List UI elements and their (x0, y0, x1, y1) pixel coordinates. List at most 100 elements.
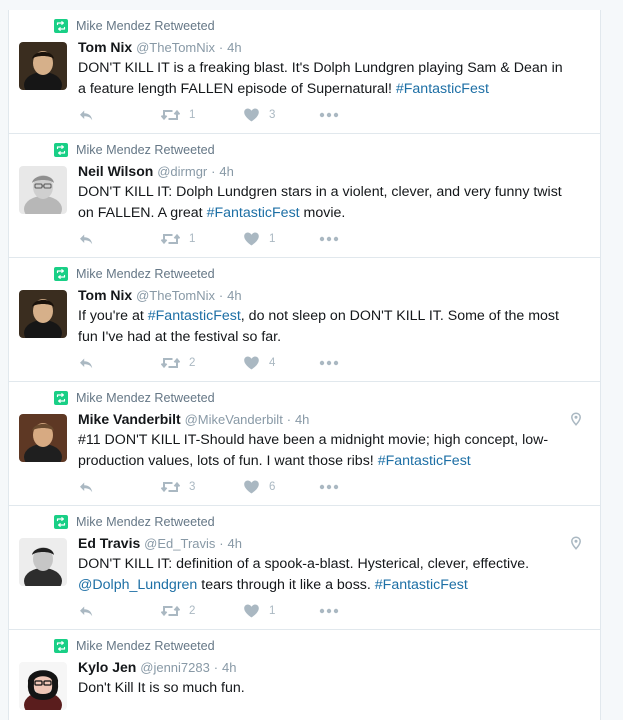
tweet-text: DON'T KILL IT is a freaking blast. It's … (78, 58, 568, 100)
retweet-context: Mike Mendez Retweeted (54, 514, 215, 530)
hashtag-link[interactable]: #FantasticFest (207, 205, 300, 221)
retweeted-by-label[interactable]: Mike Mendez Retweeted (76, 19, 215, 33)
avatar[interactable] (19, 290, 67, 338)
tweet-text: If you're at #FantasticFest, do not slee… (78, 306, 568, 348)
more-options-button[interactable] (319, 602, 339, 620)
retweet-button[interactable]: 2 (161, 354, 223, 372)
user-name[interactable]: Ed Travis (78, 535, 140, 551)
tweet-time[interactable]: 4h (228, 536, 242, 551)
user-name[interactable]: Tom Nix (78, 39, 132, 55)
separator-dot: · (218, 40, 224, 55)
like-button[interactable]: 1 (243, 230, 301, 248)
tweet-time[interactable]: 4h (219, 164, 233, 179)
tweet-text-segment: Don't Kill It is so much fun. (78, 680, 245, 696)
user-handle[interactable]: @Ed_Travis (144, 536, 215, 551)
user-handle[interactable]: @TheTomNix (136, 288, 215, 303)
hashtag-link[interactable]: #FantasticFest (378, 453, 471, 469)
retweet-icon (161, 355, 180, 371)
retweeted-by-label[interactable]: Mike Mendez Retweeted (76, 391, 215, 405)
hashtag-link[interactable]: #FantasticFest (396, 81, 489, 97)
reply-button[interactable] (78, 354, 108, 372)
tweet-text: #11 DON'T KILL IT-Should have been a mid… (78, 430, 568, 472)
like-button[interactable]: 1 (243, 602, 301, 620)
tweet-text-segment: movie. (299, 205, 346, 221)
tweet-text-segment: DON'T KILL IT: definition of a spook-a-b… (78, 556, 530, 572)
avatar[interactable] (19, 166, 67, 214)
tweet-time[interactable]: 4h (222, 660, 236, 675)
tweet-time[interactable]: 4h (227, 40, 241, 55)
reply-button[interactable] (78, 602, 108, 620)
tweet-header: Tom Nix @TheTomNix · 4h (78, 38, 242, 57)
retweet-icon (161, 479, 180, 495)
tweet-time[interactable]: 4h (227, 288, 241, 303)
like-button[interactable]: 3 (243, 106, 301, 124)
more-options-button[interactable] (319, 106, 339, 124)
separator-dot: · (211, 164, 216, 179)
heart-icon (243, 355, 260, 371)
hashtag-link[interactable]: #FantasticFest (148, 308, 241, 324)
tweet-text: Don't Kill It is so much fun. (78, 678, 568, 699)
tweet[interactable]: Mike Mendez Retweeted Kylo Jen @jenni728… (9, 630, 600, 720)
avatar[interactable] (19, 42, 67, 90)
retweet-button[interactable]: 3 (161, 478, 223, 496)
retweet-icon (54, 391, 68, 405)
tweet-text-segment: If you're at (78, 308, 148, 324)
reply-button[interactable] (78, 230, 108, 248)
tweet[interactable]: Mike Mendez Retweeted Tom Nix @TheTomNix… (9, 258, 600, 382)
retweeted-by-label[interactable]: Mike Mendez Retweeted (76, 143, 215, 157)
reply-button[interactable] (78, 478, 108, 496)
hashtag-link[interactable]: #FantasticFest (375, 577, 468, 593)
location-pin-icon[interactable] (570, 412, 582, 426)
like-count: 1 (269, 233, 276, 245)
user-name[interactable]: Neil Wilson (78, 163, 153, 179)
avatar[interactable] (19, 662, 67, 710)
separator-dot: · (218, 288, 224, 303)
tweet-header: Ed Travis @Ed_Travis · 4h (78, 534, 242, 553)
like-count: 4 (269, 357, 276, 369)
reply-icon (78, 355, 94, 371)
tweet-text: DON'T KILL IT: Dolph Lundgren stars in a… (78, 182, 568, 224)
retweet-button[interactable]: 1 (161, 106, 223, 124)
tweet[interactable]: Mike Mendez Retweeted Ed Travis @Ed_Trav… (9, 506, 600, 630)
user-handle[interactable]: @MikeVanderbilt (185, 412, 283, 427)
retweet-icon (161, 231, 180, 247)
user-handle[interactable]: @dirmgr (157, 164, 207, 179)
avatar[interactable] (19, 538, 67, 586)
heart-icon (243, 479, 260, 495)
like-button[interactable]: 4 (243, 354, 301, 372)
retweet-icon (54, 143, 68, 157)
more-options-button[interactable] (319, 478, 339, 496)
retweet-context: Mike Mendez Retweeted (54, 266, 215, 282)
tweet-time[interactable]: 4h (295, 412, 309, 427)
reply-button[interactable] (78, 106, 108, 124)
user-name[interactable]: Tom Nix (78, 287, 132, 303)
tweet-actions: 3 6 (78, 478, 367, 496)
retweet-button[interactable]: 2 (161, 602, 223, 620)
more-icon (319, 484, 339, 490)
tweet-text-segment: #11 DON'T KILL IT-Should have been a mid… (78, 432, 549, 469)
mention-link[interactable]: @Dolph_Lundgren (78, 577, 197, 593)
like-count: 3 (269, 109, 276, 121)
heart-icon (243, 107, 260, 123)
retweet-button[interactable]: 1 (161, 230, 223, 248)
tweet[interactable]: Mike Mendez Retweeted Mike Vanderbilt @M… (9, 382, 600, 506)
more-options-button[interactable] (319, 354, 339, 372)
location-pin-icon[interactable] (570, 536, 582, 550)
tweet[interactable]: Mike Mendez Retweeted Neil Wilson @dirmg… (9, 134, 600, 258)
user-handle[interactable]: @jenni7283 (140, 660, 210, 675)
retweeted-by-label[interactable]: Mike Mendez Retweeted (76, 267, 215, 281)
retweeted-by-label[interactable]: Mike Mendez Retweeted (76, 639, 215, 653)
user-name[interactable]: Kylo Jen (78, 659, 136, 675)
user-name[interactable]: Mike Vanderbilt (78, 411, 181, 427)
retweet-icon (161, 603, 180, 619)
retweet-count: 1 (189, 109, 196, 121)
retweet-count: 3 (189, 481, 196, 493)
avatar[interactable] (19, 414, 67, 462)
like-button[interactable]: 6 (243, 478, 301, 496)
retweeted-by-label[interactable]: Mike Mendez Retweeted (76, 515, 215, 529)
more-options-button[interactable] (319, 230, 339, 248)
user-handle[interactable]: @TheTomNix (136, 40, 215, 55)
tweet[interactable]: Mike Mendez Retweeted Tom Nix @TheTomNix… (9, 10, 600, 134)
tweet-actions: 2 4 (78, 354, 367, 372)
retweet-icon (54, 267, 68, 281)
